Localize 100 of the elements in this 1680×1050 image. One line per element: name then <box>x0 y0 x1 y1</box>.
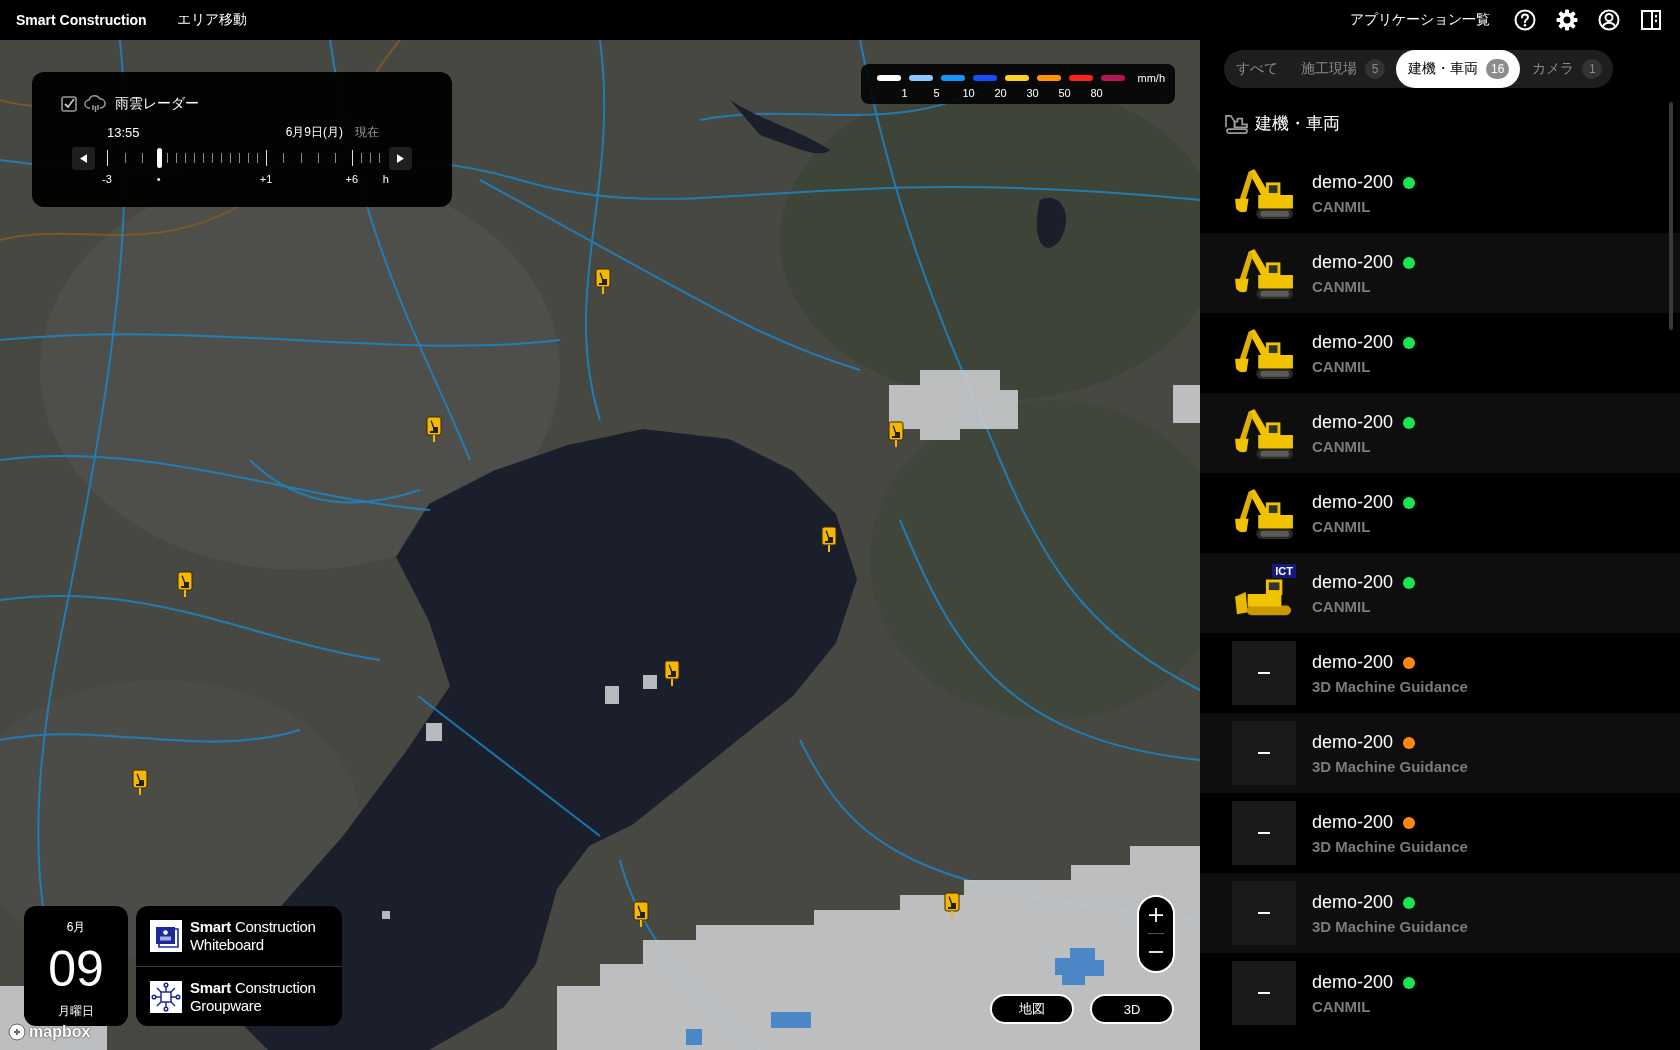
radar-status: 現在 <box>355 123 379 141</box>
plus-icon <box>1149 908 1163 922</box>
radar-time: 13:55 <box>107 124 140 140</box>
excavator-marker-icon[interactable] <box>664 660 680 686</box>
excavator-marker-icon[interactable] <box>426 416 442 442</box>
tab-label: すべて <box>1236 60 1278 78</box>
rain-radar-checkbox[interactable] <box>61 96 77 112</box>
machine-name: demo-200 <box>1312 572 1394 593</box>
category-tab[interactable]: カメラ 1 <box>1520 50 1614 88</box>
machine-type: CANMIL <box>1312 197 1372 215</box>
dash-icon <box>1258 752 1270 754</box>
excavator-marker-icon[interactable] <box>595 268 611 294</box>
legend-unit: mm/h <box>1137 73 1165 83</box>
step-forward-button[interactable] <box>389 146 412 170</box>
caret-left-icon <box>80 153 87 163</box>
machine-icon <box>1224 112 1249 134</box>
dash-icon <box>1258 672 1270 674</box>
machine-name: demo-200 <box>1312 332 1394 353</box>
machine-row[interactable]: ICT demo-200 CANMIL <box>1200 553 1680 633</box>
tab-count: 1 <box>1582 59 1603 79</box>
excavator-marker-icon[interactable] <box>132 769 148 795</box>
category-tab[interactable]: 建機・車両 16 <box>1396 50 1521 88</box>
legend-label: 5 <box>933 86 940 100</box>
dash-icon <box>1258 832 1270 834</box>
view-mode-button[interactable]: 3D <box>1090 994 1174 1024</box>
date-day: 09 <box>48 941 104 997</box>
caret-right-icon <box>397 153 404 163</box>
machine-name: demo-200 <box>1312 892 1394 913</box>
area-menu-button[interactable]: エリア移動 <box>176 11 247 29</box>
account-icon[interactable] <box>1598 9 1620 31</box>
machine-type: CANMIL <box>1312 277 1372 295</box>
app-name: Smart Construction Groupware <box>190 978 317 1015</box>
machine-row[interactable]: demo-200 3D Machine Guidance <box>1200 873 1680 953</box>
rain-cloud-icon <box>84 95 106 113</box>
excavator-marker-icon[interactable] <box>633 901 649 927</box>
machine-type: CANMIL <box>1312 597 1372 615</box>
excavator-marker-icon[interactable] <box>177 571 193 597</box>
machine-type: CANMIL <box>1312 357 1372 375</box>
rain-patch-drawing <box>382 911 390 919</box>
legend-label: 10 <box>962 86 975 100</box>
whiteboard-icon <box>150 920 182 952</box>
machine-type: CANMIL <box>1312 997 1372 1015</box>
rain-patch-drawing <box>605 686 619 704</box>
timeline-label: -3 <box>102 172 112 186</box>
machine-name: demo-200 <box>1312 972 1394 993</box>
sidebar-toggle-icon[interactable] <box>1640 9 1662 31</box>
machine-row[interactable]: demo-200 CANMIL <box>1200 233 1680 313</box>
dash-icon <box>1258 992 1270 994</box>
app-link[interactable]: Smart Construction Whiteboard <box>136 906 342 966</box>
radar-date: 6月9日(月) <box>285 123 343 141</box>
timeline-label: +6 <box>345 172 359 186</box>
excavator-icon <box>1233 326 1295 380</box>
machine-name: demo-200 <box>1312 732 1394 753</box>
legend-label: 50 <box>1058 86 1071 100</box>
ict-badge: ICT <box>1272 564 1296 578</box>
slider-thumb[interactable] <box>156 148 162 168</box>
machine-row[interactable]: demo-200 CANMIL <box>1200 393 1680 473</box>
machine-name: demo-200 <box>1312 812 1394 833</box>
category-tab[interactable]: 施工現場 5 <box>1289 50 1396 88</box>
machine-row[interactable]: demo-200 3D Machine Guidance <box>1200 713 1680 793</box>
settings-icon[interactable] <box>1556 9 1578 31</box>
app-link[interactable]: Smart Construction Groupware <box>136 966 342 1026</box>
step-back-button[interactable] <box>72 146 95 170</box>
excavator-marker-icon[interactable] <box>944 892 960 918</box>
legend-label: 80 <box>1090 86 1103 100</box>
excavator-icon <box>1233 406 1295 460</box>
rain-patch-drawing <box>643 675 657 689</box>
timeline-label: h <box>382 172 389 186</box>
machine-type: 3D Machine Guidance <box>1312 837 1468 855</box>
timeline-label: • <box>156 172 161 186</box>
tab-label: カメラ <box>1532 60 1575 78</box>
network-hub-icon <box>150 980 182 1013</box>
tab-count: 16 <box>1486 59 1510 79</box>
brand-name[interactable]: Smart Construction <box>16 12 147 28</box>
legend-label: 1 <box>901 86 908 100</box>
machine-name: demo-200 <box>1312 652 1394 673</box>
machine-name: demo-200 <box>1312 172 1394 193</box>
machine-name: demo-200 <box>1312 492 1394 513</box>
date-month: 6月 <box>66 919 86 935</box>
machine-type: CANMIL <box>1312 517 1372 535</box>
category-tab[interactable]: すべて <box>1224 50 1289 88</box>
timeline-slider[interactable] <box>107 146 379 170</box>
view-mode-button[interactable]: 地図 <box>990 994 1074 1024</box>
rain-patch-drawing <box>1173 385 1200 423</box>
rain-patch-drawing <box>426 723 442 741</box>
excavator-icon <box>1233 166 1295 220</box>
help-icon[interactable] <box>1514 9 1536 31</box>
machine-type: CANMIL <box>1312 437 1372 455</box>
minus-icon <box>1149 951 1163 953</box>
mapbox-logo-icon[interactable] <box>8 1023 26 1041</box>
excavator-icon <box>1233 486 1295 540</box>
machine-type: 3D Machine Guidance <box>1312 677 1468 695</box>
lake-drawing <box>1036 197 1066 248</box>
section-title: 建機・車両 <box>1255 112 1340 135</box>
tab-count: 5 <box>1365 59 1385 79</box>
rain-radar-title: 雨雲レーダー <box>115 95 199 113</box>
app-list-button[interactable]: アプリケーション一覧 <box>1350 11 1490 29</box>
scrollbar[interactable] <box>1669 102 1673 330</box>
excavator-marker-icon[interactable] <box>821 526 837 552</box>
excavator-marker-icon[interactable] <box>888 421 904 447</box>
